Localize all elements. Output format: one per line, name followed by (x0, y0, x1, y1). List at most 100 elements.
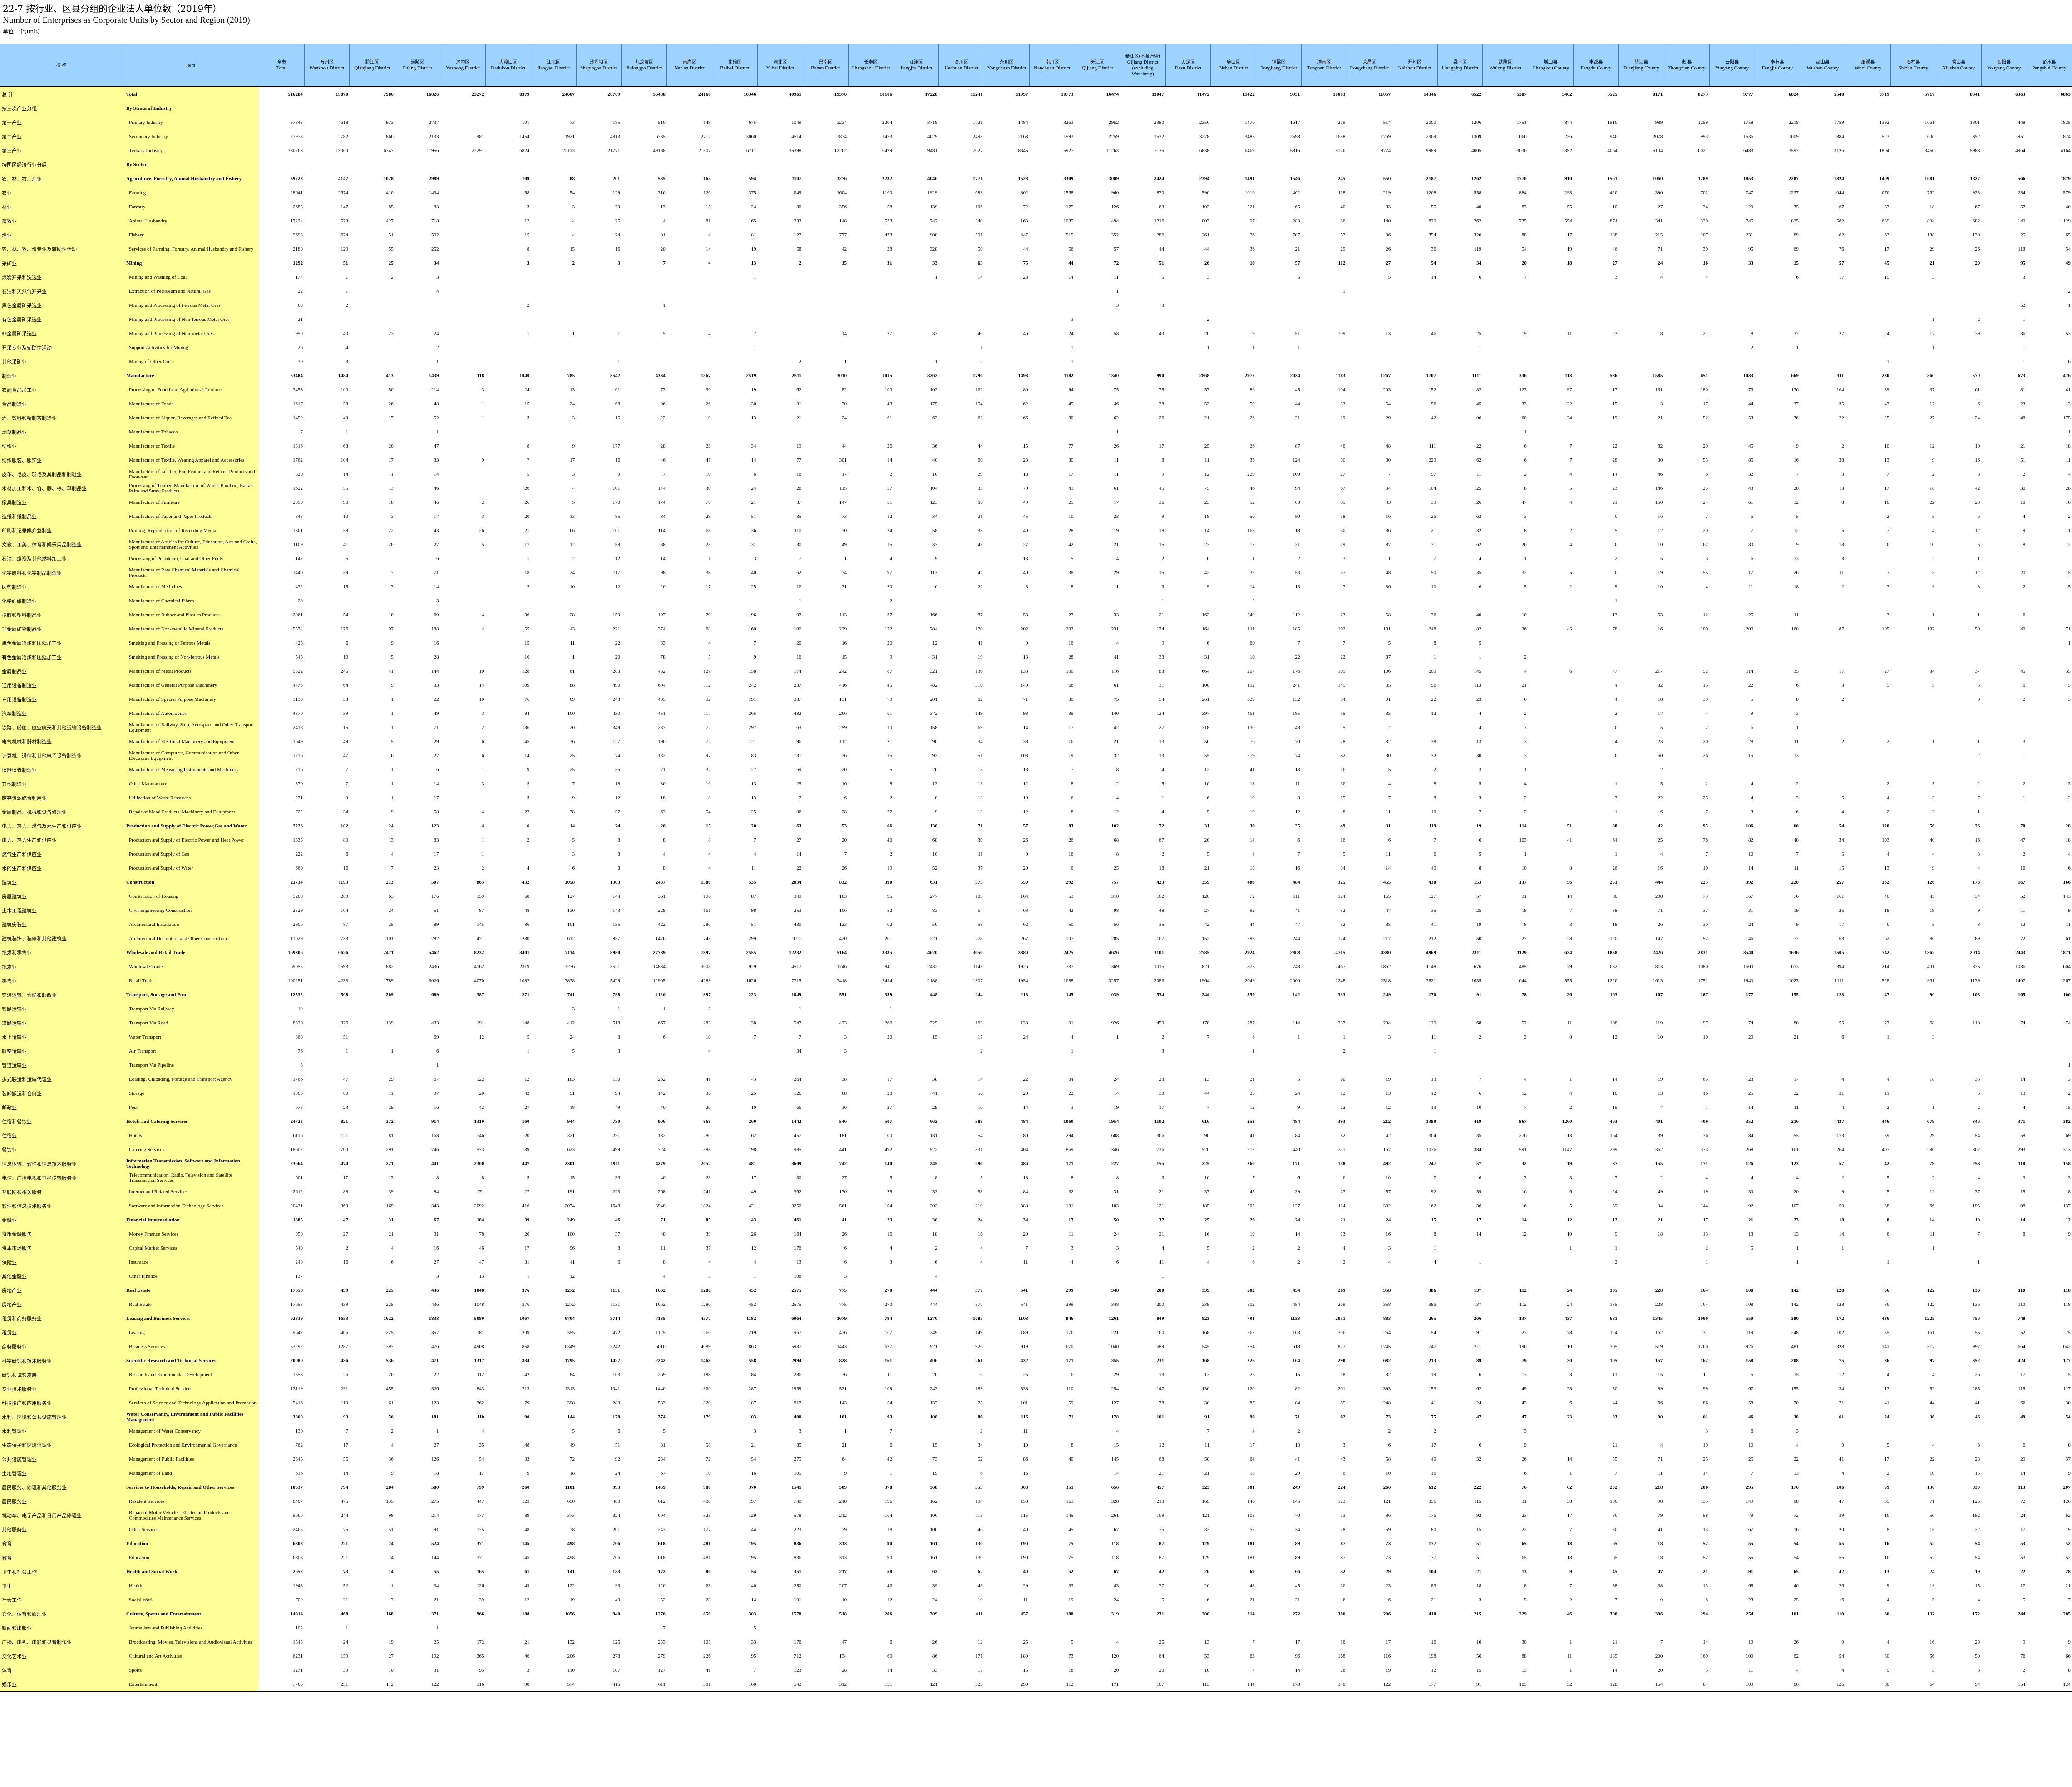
table-cell: 123 (794, 1667, 802, 1673)
table-cell: 388 (975, 1118, 983, 1124)
table-cell: 4 (391, 851, 394, 857)
table-cell (1845, 720, 1891, 734)
table-cell: 1267 (1381, 373, 1391, 379)
table-cell (2027, 650, 2072, 664)
row-label-en: Real Estate (123, 1283, 259, 1297)
table-cell: 906 (658, 1118, 666, 1124)
column-header-en: Changshou District (851, 65, 890, 71)
table-cell: 59 (1975, 626, 1980, 632)
table-cell (1030, 1058, 1075, 1072)
table-cell: 1 (2023, 556, 2026, 561)
table-cell: 28 (1340, 738, 1346, 744)
table-cell: 6 (1614, 570, 1618, 576)
table-cell: 75 (1159, 1526, 1164, 1532)
table-cell: 39 (524, 1217, 530, 1223)
table-cell: 9931 (1290, 91, 1300, 97)
table-cell: 95 (1748, 246, 1753, 252)
table-cell: 1 (935, 359, 937, 364)
table-cell: 481 (748, 1161, 756, 1167)
column-header-en: Qijiang District (1081, 65, 1113, 71)
table-cell: 78 (570, 1526, 575, 1532)
table-cell: 38 (1658, 1583, 1663, 1589)
table-cell: 6 (345, 640, 348, 646)
table-cell (893, 1058, 939, 1072)
row-label-en: Fishery (123, 228, 259, 242)
table-cell: 827 (1337, 1344, 1346, 1349)
table-cell: 68 (615, 401, 620, 407)
table-cell: 4 (1614, 682, 1618, 688)
table-cell: 191 (567, 1189, 575, 1195)
table-cell: 14 (977, 1076, 983, 1082)
table-cell: 31 (1204, 654, 1209, 660)
table-cell: 6 (1569, 668, 1572, 674)
table-cell: 321 (930, 668, 937, 674)
table-cell (1936, 270, 1981, 284)
table-cell: 32 (1340, 1569, 1346, 1575)
table-cell: 29 (1340, 415, 1346, 421)
table-cell: 319 (1111, 1611, 1119, 1617)
table-cell: 269 (340, 893, 348, 899)
table-cell: 11956 (426, 148, 439, 153)
table-cell: 56488 (653, 91, 666, 97)
table-cell: 91 (1068, 1020, 1074, 1026)
table-cell: 122 (395, 1677, 440, 1692)
column-header-en: Fengdu County (1580, 65, 1612, 71)
table-cell: 31 (1748, 907, 1753, 913)
table-cell: 15 (1793, 1372, 1799, 1378)
table-cell: 405 (658, 696, 666, 702)
table-cell: 10 (932, 471, 937, 477)
table-cell (1256, 158, 1302, 172)
row-label-en: Farming (123, 186, 259, 200)
table-cell: 462 (1293, 190, 1300, 196)
table-cell: 253 (794, 907, 802, 913)
table-cell: 50 (1249, 513, 1255, 519)
table-cell: 7 (753, 640, 756, 646)
table-cell: 76 (1748, 387, 1753, 393)
table-cell: 35 (1476, 1132, 1481, 1138)
table-cell: 1 (1297, 345, 1300, 350)
table-cell: 869 (1066, 1147, 1074, 1152)
table-cell: 162 (1700, 1358, 1708, 1364)
table-cell: 476 (2063, 373, 2071, 379)
table-cell: 66 (1884, 1611, 1889, 1617)
table-cell: 135 (1609, 1301, 1618, 1307)
table-cell: 74 (1295, 753, 1300, 758)
table-cell (258, 158, 304, 172)
table-cell: 10 (705, 781, 711, 787)
table-cell: 120 (1247, 1386, 1255, 1392)
table-cell: 69055 (258, 960, 304, 974)
table-cell: 52 (1703, 1555, 1708, 1561)
table-cell: 390 (1655, 190, 1663, 196)
table-cell: 22 (1793, 1090, 1799, 1096)
table-cell: 211 (1474, 1344, 1481, 1349)
table-cell: 46 (1249, 485, 1255, 491)
table-cell: 2906 (258, 917, 304, 931)
table-cell: 669 (258, 861, 304, 875)
table-cell: 7 (1751, 1470, 1754, 1476)
row-label-en: Wholesale and Retail Trade (123, 945, 259, 960)
table-cell: 22 (660, 415, 666, 421)
table-cell: 78 (1567, 1329, 1572, 1335)
table-cell (984, 354, 1030, 369)
table-cell: 1143 (973, 964, 983, 970)
table-cell: 108 (1746, 1301, 1754, 1307)
table-cell: 171 (1066, 1161, 1074, 1167)
table-cell: 168 (1337, 1653, 1346, 1659)
table-cell: 606 (1927, 133, 1935, 139)
table-cell: 107 (1066, 935, 1074, 941)
table-cell (984, 1044, 1030, 1058)
table-cell: 130 (975, 1541, 983, 1546)
table-cell: 55 (1793, 1132, 1799, 1138)
table-cell: 43 (977, 1583, 983, 1589)
table-cell: 27 (343, 1231, 348, 1237)
table-cell: 82 (842, 387, 847, 393)
table-cell: 550 (1021, 879, 1028, 885)
table-cell: 894 (1927, 218, 1935, 224)
table-cell: 119 (1429, 823, 1436, 829)
table-cell: 6 (1071, 1372, 1074, 1378)
table-cell: 2242 (655, 1358, 666, 1364)
table-cell: 225 (386, 1329, 394, 1335)
table-cell: 30 (1476, 753, 1481, 758)
table-cell (576, 312, 622, 326)
table-cell: 33 (1114, 612, 1119, 618)
